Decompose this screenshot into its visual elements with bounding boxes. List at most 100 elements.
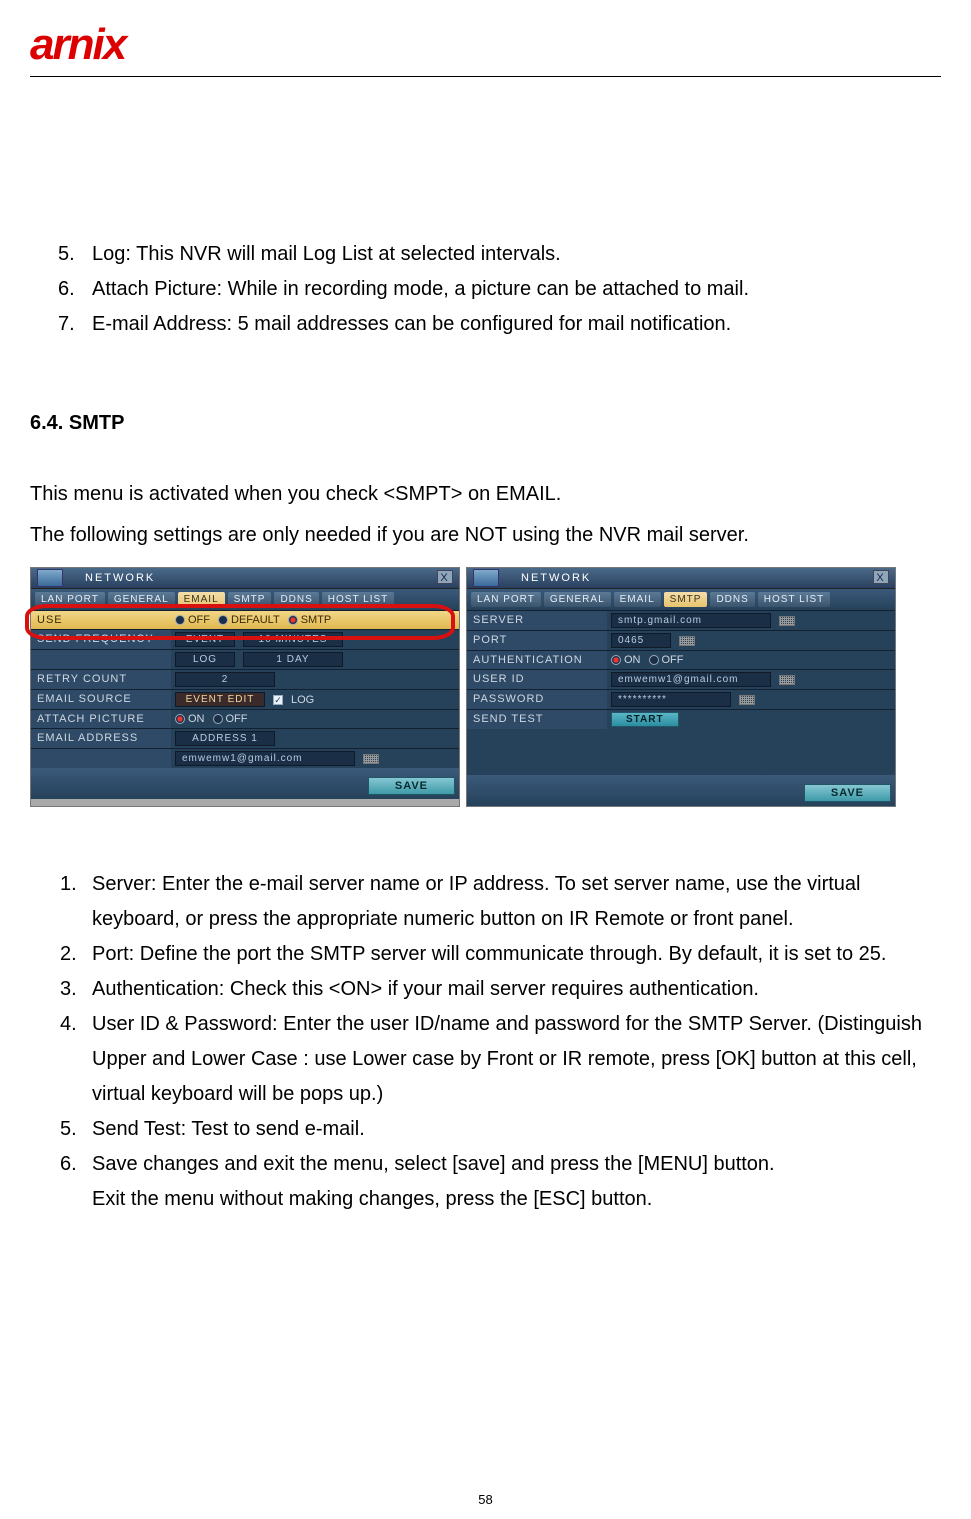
label-empty: [31, 650, 171, 669]
radio-label: DEFAULT: [231, 614, 280, 626]
radio-label: ON: [188, 713, 205, 725]
list-text: Port: Define the port the SMTP server wi…: [92, 937, 941, 972]
radio-label: OFF: [226, 713, 248, 725]
user-id-field[interactable]: emwemw1@gmail.com: [611, 672, 771, 687]
radio-off[interactable]: OFF: [649, 654, 684, 666]
list-num: 6.: [58, 272, 80, 307]
row-email-source: EMAIL SOURCE EVENT EDIT ✓ LOG: [31, 689, 459, 709]
screenshot-figures: NETWORK X LAN PORT GENERAL EMAIL SMTP DD…: [30, 567, 941, 807]
event-edit-button[interactable]: EVENT EDIT: [175, 692, 265, 707]
save-button[interactable]: SAVE: [368, 777, 455, 795]
tab-email[interactable]: EMAIL: [614, 592, 661, 607]
row-email-address: EMAIL ADDRESS ADDRESS 1: [31, 728, 459, 748]
radio-default[interactable]: DEFAULT: [218, 614, 280, 626]
radio-off[interactable]: OFF: [175, 614, 210, 626]
tab-lan-port[interactable]: LAN PORT: [35, 592, 105, 607]
network-smtp-panel: NETWORK X LAN PORT GENERAL EMAIL SMTP DD…: [466, 567, 896, 807]
network-icon: [37, 569, 63, 587]
tab-smtp[interactable]: SMTP: [664, 592, 708, 607]
freq-event-value[interactable]: 10 MINUTES: [243, 632, 343, 647]
tab-email[interactable]: EMAIL: [178, 592, 225, 607]
radio-on[interactable]: ON: [611, 654, 641, 666]
close-icon[interactable]: X: [437, 570, 453, 584]
row-attach-picture: ATTACH PICTURE ON OFF: [31, 709, 459, 728]
list-num: 6.: [60, 1147, 82, 1182]
label: ATTACH PICTURE: [31, 710, 171, 728]
tab-host-list[interactable]: HOST LIST: [758, 592, 831, 607]
label: SEND FREQUENCY: [31, 630, 171, 649]
tab-general[interactable]: GENERAL: [108, 592, 175, 607]
list-text: Server: Enter the e-mail server name or …: [92, 867, 941, 937]
row-send-frequency-log: LOG 1 DAY: [31, 649, 459, 669]
list-num: 7.: [58, 307, 80, 342]
tab-smtp[interactable]: SMTP: [228, 592, 272, 607]
radio-off[interactable]: OFF: [213, 713, 248, 725]
panel-title: NETWORK: [521, 572, 591, 584]
freq-log-value[interactable]: 1 DAY: [243, 652, 343, 667]
top-numbered-list: 5.Log: This NVR will mail Log List at se…: [58, 237, 941, 342]
tab-bar: LAN PORT GENERAL EMAIL SMTP DDNS HOST LI…: [467, 589, 895, 610]
keyboard-icon[interactable]: [363, 754, 379, 764]
list-text: User ID & Password: Enter the user ID/na…: [92, 1007, 941, 1112]
address-slot[interactable]: ADDRESS 1: [175, 731, 275, 746]
row-send-frequency: SEND FREQUENCY EVENT 10 MINUTES: [31, 629, 459, 649]
port-field[interactable]: 0465: [611, 633, 671, 648]
radio-label: OFF: [662, 654, 684, 666]
tab-general[interactable]: GENERAL: [544, 592, 611, 607]
server-field[interactable]: smtp.gmail.com: [611, 613, 771, 628]
radio-label: SMTP: [301, 614, 332, 626]
label: EMAIL SOURCE: [31, 690, 171, 709]
keyboard-icon[interactable]: [779, 616, 795, 626]
tab-ddns[interactable]: DDNS: [710, 592, 754, 607]
log-checkbox-label: LOG: [291, 694, 314, 706]
label: PORT: [467, 631, 607, 650]
row-retry-count: RETRY COUNT 2: [31, 669, 459, 689]
list-text: Attach Picture: While in recording mode,…: [92, 272, 749, 307]
password-field[interactable]: **********: [611, 692, 731, 707]
start-button[interactable]: START: [611, 712, 679, 727]
radio-on[interactable]: ON: [175, 713, 205, 725]
list-text: Log: This NVR will mail Log List at sele…: [92, 237, 561, 272]
list-num: 5.: [60, 1112, 82, 1147]
tab-lan-port[interactable]: LAN PORT: [471, 592, 541, 607]
tab-host-list[interactable]: HOST LIST: [322, 592, 395, 607]
radio-label: OFF: [188, 614, 210, 626]
paragraph: This menu is activated when you check <S…: [30, 477, 941, 512]
email-field[interactable]: emwemw1@gmail.com: [175, 751, 355, 766]
label: EMAIL ADDRESS: [31, 729, 171, 748]
label: AUTHENTICATION: [467, 651, 607, 669]
freq-log-label: LOG: [175, 652, 235, 667]
row-email-input: emwemw1@gmail.com: [31, 748, 459, 768]
row-use: USE OFF DEFAULT SMTP: [31, 610, 459, 629]
close-icon[interactable]: X: [873, 570, 889, 584]
section-heading: 6.4. SMTP: [30, 412, 941, 435]
label-empty: [31, 749, 171, 768]
panel-titlebar: NETWORK X: [31, 568, 459, 589]
label: PASSWORD: [467, 690, 607, 709]
list-text: Send Test: Test to send e-mail.: [92, 1112, 941, 1147]
log-checkbox[interactable]: ✓: [273, 695, 283, 705]
keyboard-icon[interactable]: [679, 636, 695, 646]
bottom-numbered-list: 1.Server: Enter the e-mail server name o…: [60, 867, 941, 1217]
tab-ddns[interactable]: DDNS: [274, 592, 318, 607]
list-text: E-mail Address: 5 mail addresses can be …: [92, 307, 731, 342]
panel-title: NETWORK: [85, 572, 155, 584]
network-icon: [473, 569, 499, 587]
row-user-id: USER ID emwemw1@gmail.com: [467, 669, 895, 689]
save-button[interactable]: SAVE: [804, 784, 891, 802]
label: USER ID: [467, 670, 607, 689]
header-rule: [30, 76, 941, 77]
list-text: Save changes and exit the menu, select […: [92, 1147, 941, 1182]
panel-titlebar: NETWORK X: [467, 568, 895, 589]
radio-smtp[interactable]: SMTP: [288, 614, 332, 626]
keyboard-icon[interactable]: [739, 695, 755, 705]
row-server: SERVER smtp.gmail.com: [467, 610, 895, 630]
tab-bar: LAN PORT GENERAL EMAIL SMTP DDNS HOST LI…: [31, 589, 459, 610]
label: RETRY COUNT: [31, 670, 171, 689]
keyboard-icon[interactable]: [779, 675, 795, 685]
list-num: 4.: [60, 1007, 82, 1112]
list-num: 2.: [60, 937, 82, 972]
paragraph: The following settings are only needed i…: [30, 518, 941, 553]
retry-value[interactable]: 2: [175, 672, 275, 687]
panel-footer: SAVE: [467, 775, 895, 806]
